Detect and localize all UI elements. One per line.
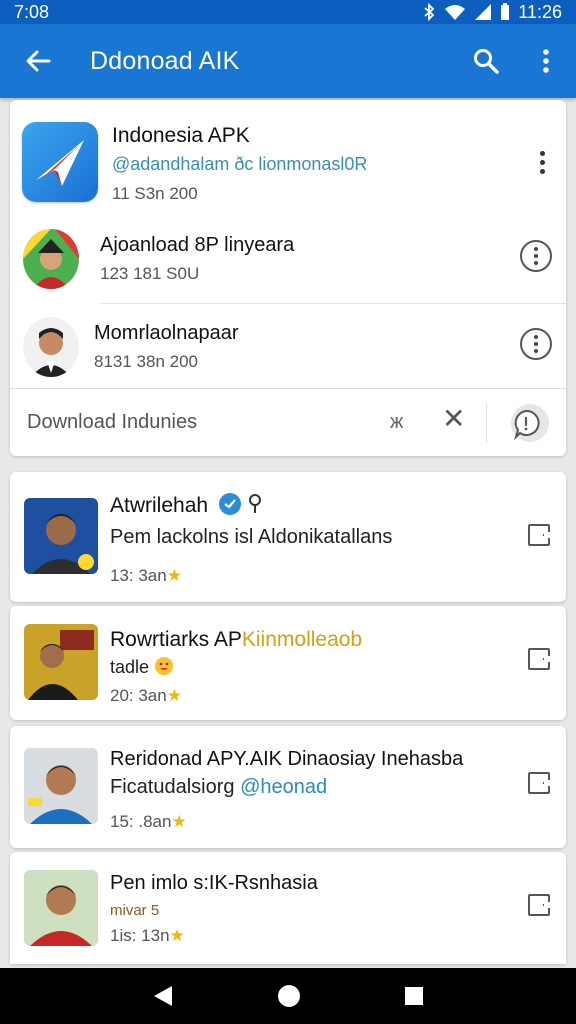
featured-app[interactable]: Indonesia APK @adandhalam ðc lionmonasl0… [10,100,566,212]
item-stat-text: 15: .8an [110,812,172,831]
thumbnail [24,748,98,824]
more-vert-icon [543,49,549,73]
open-external-icon[interactable] [528,894,550,916]
item-name: Ajoanload 8P linyeara [100,234,295,256]
dot-icon [539,159,545,165]
list-item[interactable]: Ajoanload 8P linyeara 123 181 S0U [10,216,566,302]
item-stat: 1is: 13n★ [110,926,185,946]
nav-back-icon[interactable] [152,984,174,1008]
nav-recents-icon[interactable] [404,986,424,1006]
item-stat-text: 1is: 13n [110,926,170,945]
thumbnail [24,624,98,700]
star-icon: ★ [171,812,187,831]
thumbnail [24,498,98,574]
item-more-button[interactable] [520,240,552,272]
list-item[interactable]: Pen imlo s:IK-Rsnhasia mivar 5 1is: 13n★ [10,852,566,964]
item-title: Pen imlo s:IK-Rsnhasia [110,872,318,894]
dot-icon [534,335,538,339]
item-title-highlight: Kiinmolleaob [241,628,363,651]
item-subtitle: tadle [110,656,174,678]
shuffle-icon[interactable]: ж [390,411,403,434]
close-icon[interactable]: ✕ [442,405,465,433]
divider [486,403,487,443]
nav-home-icon[interactable] [277,984,301,1008]
status-time: 7:08 [14,1,50,22]
dot-icon [539,150,545,156]
verified-icon [218,493,241,515]
download-bar: Download Indunies ж ✕ [10,388,566,456]
page-title: Ddonoad AIK [90,46,240,75]
back-button[interactable] [0,24,76,98]
item-stat: 13: 3an★ [110,566,182,586]
arrow-back-icon [26,50,51,72]
wifi-icon [445,5,466,20]
item-stat: 15: .8an★ [110,812,187,832]
item-title: Reridonad APY.AIK Dinaosiay Inehasba [110,748,464,770]
download-card: Indonesia APK @adandhalam ðc lionmonasl0… [10,100,566,456]
status-bar: 7:08 11:26 [0,0,576,24]
featured-app-meta: 11 S3n 200 [112,184,198,203]
list-item[interactable]: Momrlaolnapaar 8131 38n 200 [10,304,566,390]
item-title-text: Rowrtiarks AP [110,628,242,651]
download-label: Download Indunies [27,411,198,433]
item-title: Atwrilehah [110,492,262,518]
item-subtitle-text: Ficatudalsiorg [110,776,235,798]
item-subtitle: Ficatudalsiorg @heonad [110,776,327,799]
item-stat-text: 13: 3an [110,566,167,585]
star-icon: ★ [166,686,182,705]
item-title-text: Atwrilehah [110,494,209,517]
paper-plane-icon [36,140,84,186]
item-stat: 20: 3an★ [110,686,182,706]
dot-icon [534,261,538,265]
open-external-icon[interactable] [528,772,550,794]
list-item[interactable]: Reridonad APY.AIK Dinaosiay Inehasba Fic… [10,726,566,848]
list-item[interactable]: Atwrilehah Pem lackolns isl Aldonikatall… [10,472,566,602]
status-clock: 11:26 [518,1,562,22]
thumbnail [24,870,98,946]
item-stat-text: 20: 3an [110,686,167,705]
list-item[interactable]: Rowrtiarks APKiinmolleaob tadle 20: 3an★ [10,606,566,720]
pin-icon [248,494,261,513]
item-subtitle-text: tadle [110,657,150,677]
item-subtitle: mivar 5 [110,902,160,919]
item-title: Rowrtiarks APKiinmolleaob [110,628,362,652]
chat-bubble-icon [511,404,549,442]
chat-button[interactable] [506,403,550,445]
dot-icon [534,342,538,346]
open-external-icon[interactable] [528,524,550,546]
item-subtitle: Pem lackolns isl Aldonikatallans [110,526,393,548]
dot-icon [534,349,538,353]
featured-app-handle: @adandhalam ðc lionmonasl0R [112,154,368,174]
dot-icon [539,168,545,174]
item-subtitle-handle: @heonad [240,776,328,798]
star-icon: ★ [169,926,185,945]
battery-icon [501,3,510,20]
app-icon [22,122,98,202]
overflow-menu-button[interactable] [516,24,576,98]
featured-app-name: Indonesia APK [112,124,250,147]
item-meta: 123 181 S0U [100,264,200,283]
avatar [23,317,79,377]
avatar [23,229,79,289]
status-icons: 11:26 [422,2,562,23]
item-more-button[interactable] [520,328,552,360]
featured-more-button[interactable] [530,142,554,182]
dot-icon [534,254,538,258]
item-meta: 8131 38n 200 [94,352,198,371]
search-icon [474,49,499,74]
open-external-icon[interactable] [528,648,550,670]
bluetooth-icon [424,3,435,21]
emoji-icon [155,657,174,675]
search-button[interactable] [456,24,516,98]
system-nav-bar [0,968,576,1024]
item-name: Momrlaolnapaar [94,322,239,344]
dot-icon [534,247,538,251]
star-icon: ★ [166,566,182,585]
app-bar: Ddonoad AIK [0,24,576,98]
signal-icon [475,4,492,20]
